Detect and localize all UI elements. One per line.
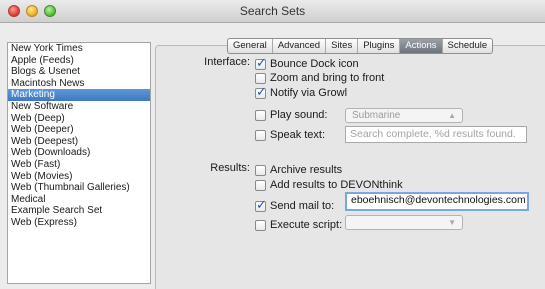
send-mail-field[interactable]: eboehnisch@devontechnologies.com: [345, 192, 529, 211]
speak-text-checkbox[interactable]: [255, 129, 266, 141]
tab-sites[interactable]: Sites: [326, 39, 359, 53]
zoom-front-option[interactable]: Zoom and bring to front: [255, 72, 384, 84]
script-popup[interactable]: ▼: [345, 215, 463, 230]
add-devonthink-checkbox[interactable]: [255, 179, 266, 191]
speak-text-option[interactable]: Speak text:: [255, 129, 325, 141]
interface-group-label: Interface:: [204, 56, 250, 68]
speak-text-label: Speak text:: [270, 129, 326, 141]
sidebar-item-blogs-usenet[interactable]: Blogs & Usenet: [8, 66, 150, 78]
execute-script-label: Execute script:: [270, 219, 343, 231]
search-sets-list[interactable]: New York Times Apple (Feeds) Blogs & Use…: [7, 42, 151, 284]
sidebar-item-new-york-times[interactable]: New York Times: [8, 43, 150, 55]
title-bar[interactable]: Search Sets: [0, 0, 545, 23]
sidebar-item-macintosh-news[interactable]: Macintosh News: [8, 78, 150, 90]
sidebar-item-web-express[interactable]: Web (Express): [8, 217, 150, 229]
sidebar-item-new-software[interactable]: New Software: [8, 101, 150, 113]
sound-popup[interactable]: Submarine ▲: [345, 108, 463, 123]
tab-schedule[interactable]: Schedule: [443, 39, 493, 53]
tab-advanced[interactable]: Advanced: [273, 39, 327, 53]
sidebar-item-web-movies[interactable]: Web (Movies): [8, 171, 150, 183]
sidebar-item-marketing[interactable]: Marketing: [8, 89, 150, 101]
send-mail-checkbox[interactable]: [255, 198, 267, 213]
execute-script-checkbox[interactable]: [255, 219, 266, 231]
execute-script-option[interactable]: Execute script:: [255, 219, 342, 231]
popup-down-arrow-icon: ▼: [448, 218, 456, 227]
sidebar-item-web-thumbnail-galleries[interactable]: Web (Thumbnail Galleries): [8, 182, 150, 194]
window-title: Search Sets: [239, 4, 306, 18]
play-sound-checkbox[interactable]: [255, 109, 266, 121]
sidebar-item-web-deeper[interactable]: Web (Deeper): [8, 124, 150, 136]
send-mail-option[interactable]: Send mail to:: [255, 198, 335, 213]
sidebar-item-example-search-set[interactable]: Example Search Set: [8, 205, 150, 217]
bounce-dock-checkbox[interactable]: [255, 56, 267, 71]
results-group-label: Results:: [210, 162, 250, 174]
sidebar-item-web-deepest[interactable]: Web (Deepest): [8, 136, 150, 148]
speak-text-field[interactable]: Search complete, %d results found.: [345, 126, 527, 143]
sidebar-item-medical[interactable]: Medical: [8, 194, 150, 206]
sidebar-item-apple-feeds[interactable]: Apple (Feeds): [8, 55, 150, 67]
archive-results-checkbox[interactable]: [255, 164, 266, 176]
bounce-dock-option[interactable]: Bounce Dock icon: [255, 56, 359, 71]
sound-popup-value: Submarine: [352, 110, 401, 121]
notify-growl-label: Notify via Growl: [270, 87, 348, 99]
play-sound-label: Play sound:: [270, 109, 328, 121]
sidebar-item-web-downloads[interactable]: Web (Downloads): [8, 147, 150, 159]
search-sets-window: Search Sets New York Times Apple (Feeds)…: [0, 0, 545, 289]
notify-growl-option[interactable]: Notify via Growl: [255, 85, 348, 100]
zoom-front-checkbox[interactable]: [255, 72, 266, 84]
sidebar-item-web-deep[interactable]: Web (Deep): [8, 113, 150, 125]
tab-actions[interactable]: Actions: [400, 39, 443, 53]
archive-results-label: Archive results: [270, 164, 343, 176]
play-sound-option[interactable]: Play sound:: [255, 109, 327, 121]
bounce-dock-label: Bounce Dock icon: [270, 58, 359, 70]
add-devonthink-option[interactable]: Add results to DEVONthink: [255, 179, 403, 191]
archive-results-option[interactable]: Archive results: [255, 164, 342, 176]
sidebar-item-web-fast[interactable]: Web (Fast): [8, 159, 150, 171]
zoom-front-label: Zoom and bring to front: [270, 72, 385, 84]
popup-arrows-icon: ▲: [448, 111, 456, 120]
tab-general[interactable]: General: [228, 39, 273, 53]
tab-plugins[interactable]: Plugins: [358, 39, 401, 53]
notify-growl-checkbox[interactable]: [255, 85, 267, 100]
add-devonthink-label: Add results to DEVONthink: [270, 179, 403, 191]
tab-bar: General Advanced Sites Plugins Actions S…: [227, 38, 494, 54]
send-mail-label: Send mail to:: [270, 200, 335, 212]
